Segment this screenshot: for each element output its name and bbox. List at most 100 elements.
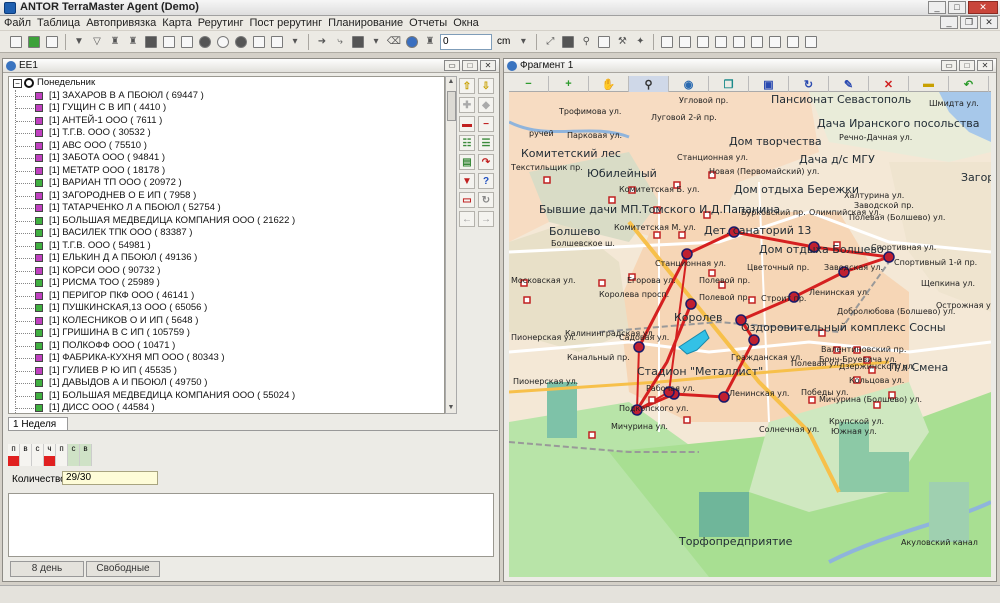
table-icon[interactable] bbox=[8, 34, 24, 50]
map-view[interactable]: Пансионат Севастополь Трофимова ул. Углово… bbox=[509, 92, 991, 577]
window-icon[interactable] bbox=[269, 34, 285, 50]
reroute-icon[interactable]: ↷ bbox=[478, 154, 494, 170]
weekday-cell[interactable]: ч bbox=[44, 444, 56, 466]
weekday-cell[interactable]: с bbox=[68, 444, 80, 466]
menu-table[interactable]: Таблица bbox=[37, 16, 86, 30]
close-button[interactable]: ✕ bbox=[968, 1, 998, 14]
weekday-cell[interactable]: в bbox=[20, 444, 32, 466]
mdi-minimize-button[interactable]: _ bbox=[940, 16, 958, 29]
edit-map-button[interactable]: ✎ bbox=[829, 76, 869, 92]
clear-map-button[interactable]: ✕ bbox=[869, 76, 909, 92]
tree-item[interactable]: [1] БОЛЬШАЯ МЕДВЕДИЦА КОМПАНИЯ ООО ( 550… bbox=[9, 389, 444, 402]
weekday-cell[interactable]: п bbox=[56, 444, 68, 466]
map-icon[interactable] bbox=[26, 34, 42, 50]
menu-post-rerouting[interactable]: Пост рерутинг bbox=[249, 16, 328, 30]
tree-item[interactable]: [1] ЗАБОТА ООО ( 94841 ) bbox=[9, 152, 444, 165]
delete-icon[interactable]: ▭ bbox=[459, 192, 475, 208]
tree-item[interactable]: [1] АНТЕЙ-1 ООО ( 7611 ) bbox=[9, 114, 444, 127]
copy-button[interactable]: ❐ bbox=[709, 76, 749, 92]
calculator-icon[interactable] bbox=[596, 34, 612, 50]
align-top-icon[interactable] bbox=[713, 34, 729, 50]
tree-item[interactable]: [1] ТАТАРЧЕНКО Л А ПБОЮЛ ( 52754 ) bbox=[9, 202, 444, 215]
menu-file[interactable]: Файл bbox=[4, 16, 37, 30]
panel-maximize-button[interactable]: □ bbox=[462, 60, 478, 71]
tree-item[interactable]: [1] Т.Г.В. ООО ( 30532 ) bbox=[9, 127, 444, 140]
ruler-button[interactable]: ▬ bbox=[909, 76, 949, 92]
tree-item[interactable]: [1] ДАВЫДОВ А И ПБОЮЛ ( 49750 ) bbox=[9, 377, 444, 390]
menu-reports[interactable]: Отчеты bbox=[409, 16, 453, 30]
move-up-icon[interactable]: ⇧ bbox=[459, 78, 475, 94]
weekday-cell[interactable]: п bbox=[8, 444, 20, 466]
tree-item[interactable]: [1] ЕЛЬКИН Д А ПБОЮЛ ( 49136 ) bbox=[9, 252, 444, 265]
map-minimize-button[interactable]: ▭ bbox=[941, 60, 957, 71]
filter-route-icon[interactable]: ▼ bbox=[459, 173, 475, 189]
tree-collapse-icon[interactable]: ☰ bbox=[478, 135, 494, 151]
tab-8-day[interactable]: 8 день bbox=[10, 561, 84, 577]
refresh-icon[interactable]: ↻ bbox=[478, 192, 494, 208]
tree-item[interactable]: [1] ГУЩИН С В ИП ( 4410 ) bbox=[9, 102, 444, 115]
menu-rerouting[interactable]: Рерутинг bbox=[198, 16, 250, 30]
align-left-icon[interactable] bbox=[659, 34, 675, 50]
maximize-button[interactable]: □ bbox=[948, 1, 966, 14]
star-icon[interactable]: ✦ bbox=[632, 34, 648, 50]
document-icon[interactable]: ▤ bbox=[459, 154, 475, 170]
dropdown-arrow-icon[interactable]: ▾ bbox=[287, 34, 303, 50]
tree-expand-icon[interactable]: ☷ bbox=[459, 135, 475, 151]
tree-item[interactable]: [1] ФАБРИКА-КУХНЯ МП ООО ( 80343 ) bbox=[9, 352, 444, 365]
map-close-button[interactable]: ✕ bbox=[977, 60, 993, 71]
menu-autobind[interactable]: Автопривязка bbox=[86, 16, 162, 30]
minus-icon[interactable]: − bbox=[478, 116, 494, 132]
minimize-button[interactable]: _ bbox=[928, 1, 946, 14]
panel-minimize-button[interactable]: ▭ bbox=[444, 60, 460, 71]
undo-button[interactable]: ↶ bbox=[949, 76, 989, 92]
tools-icon[interactable]: ⚒ bbox=[614, 34, 630, 50]
measure-binoculars-icon[interactable]: ♜ bbox=[422, 34, 438, 50]
mdi-restore-button[interactable]: ❐ bbox=[960, 16, 978, 29]
link-icon[interactable]: ⤢ bbox=[542, 34, 558, 50]
tree-item[interactable]: [1] ВАРИАН ТП ООО ( 20972 ) bbox=[9, 177, 444, 190]
rows-icon[interactable] bbox=[179, 34, 195, 50]
eraser-icon[interactable]: ⌫ bbox=[386, 34, 402, 50]
menu-planning[interactable]: Планирование bbox=[328, 16, 409, 30]
redraw-button[interactable]: ↻ bbox=[789, 76, 829, 92]
align-right-icon[interactable] bbox=[695, 34, 711, 50]
panel-close-button[interactable]: ✕ bbox=[480, 60, 496, 71]
scroll-down-icon[interactable]: ▼ bbox=[446, 403, 456, 413]
route-icon[interactable]: ⤷ bbox=[332, 34, 348, 50]
arrow-left-icon[interactable]: ← bbox=[459, 211, 475, 227]
tree-item[interactable]: [1] РИСМА ТОО ( 25989 ) bbox=[9, 277, 444, 290]
notes-area[interactable] bbox=[8, 493, 494, 557]
cascade-icon[interactable] bbox=[803, 34, 819, 50]
tree-item[interactable]: [1] КОЛЕСНИКОВ О И ИП ( 5648 ) bbox=[9, 314, 444, 327]
tree-scrollbar[interactable]: ▲ ▼ bbox=[445, 76, 457, 414]
frame-icon[interactable] bbox=[251, 34, 267, 50]
tab-free[interactable]: Свободные bbox=[86, 561, 160, 577]
compass-icon[interactable] bbox=[404, 34, 420, 50]
help-icon[interactable]: ? bbox=[478, 173, 494, 189]
clock-icon[interactable] bbox=[215, 34, 231, 50]
tree-item[interactable]: [1] ГРИШИНА В С ИП ( 105759 ) bbox=[9, 327, 444, 340]
map-maximize-button[interactable]: □ bbox=[959, 60, 975, 71]
distribute-icon[interactable] bbox=[749, 34, 765, 50]
distance-input[interactable]: 0 bbox=[440, 33, 492, 50]
filter-icon[interactable]: ▼ bbox=[71, 34, 87, 50]
binoculars-icon[interactable]: ♜ bbox=[107, 34, 123, 50]
tree-item[interactable]: [1] ДИСС ООО ( 44584 ) bbox=[9, 402, 444, 413]
arrow-right-icon[interactable]: → bbox=[478, 211, 494, 227]
tab-week-1[interactable]: 1 Неделя bbox=[8, 417, 68, 431]
globe-button[interactable]: ◉ bbox=[669, 76, 709, 92]
scroll-up-icon[interactable]: ▲ bbox=[446, 77, 456, 87]
tree-item[interactable]: [1] ЗАХАРОВ В А ПБОЮЛ ( 69447 ) bbox=[9, 89, 444, 102]
tree-item[interactable]: [1] ГУЛИЕВ Р Ю ИП ( 45535 ) bbox=[9, 364, 444, 377]
tree-item[interactable]: [1] ПОЛКОФФ ООО ( 10471 ) bbox=[9, 339, 444, 352]
pan-button[interactable]: ✋ bbox=[589, 76, 629, 92]
tree-item[interactable]: [1] Т.Г.В. ООО ( 54981 ) bbox=[9, 239, 444, 252]
quantity-field[interactable]: 29/30 bbox=[62, 471, 158, 485]
arrange-icon[interactable] bbox=[767, 34, 783, 50]
client-tree[interactable]: − Понедельник [1] ЗАХАРОВ В А ПБОЮЛ ( 69… bbox=[8, 76, 445, 414]
menu-windows[interactable]: Окна bbox=[453, 16, 485, 30]
block-icon[interactable] bbox=[560, 34, 576, 50]
weekday-cell[interactable]: с bbox=[32, 444, 44, 466]
square-icon[interactable] bbox=[350, 34, 366, 50]
binoculars-next-icon[interactable]: ♜ bbox=[125, 34, 141, 50]
